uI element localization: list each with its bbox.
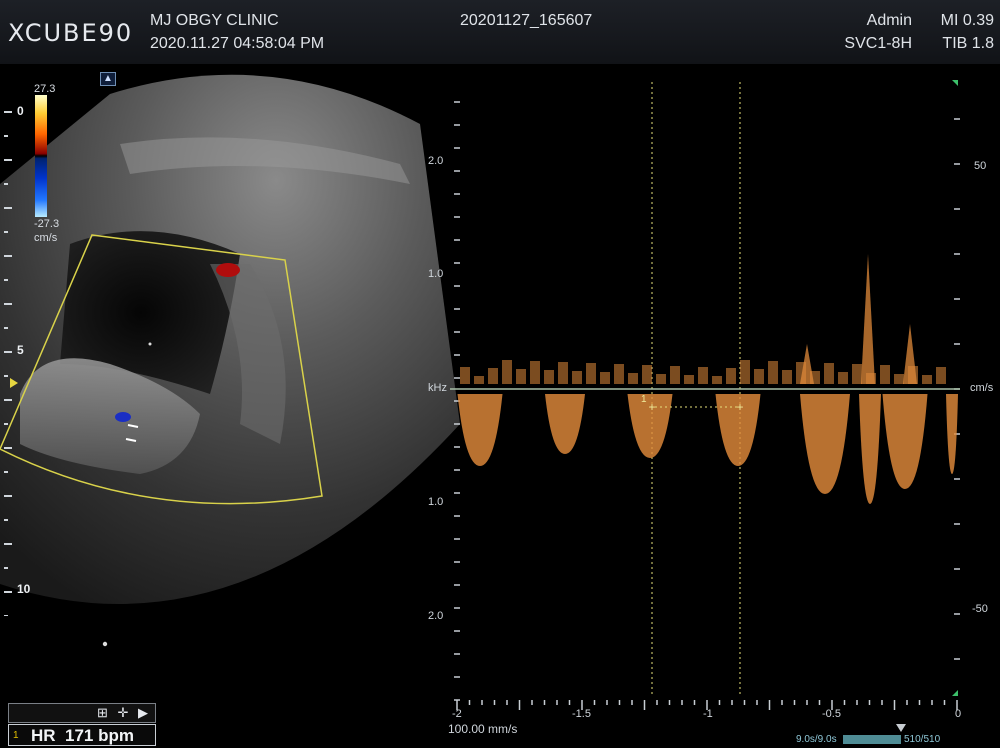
spectrum-burst-above [782,370,792,384]
spectrum-burst-above [922,375,932,384]
spectrum-burst-above [656,374,666,384]
spectrum-burst-above [502,360,512,384]
time-label-neg0-5: -0.5 [822,708,841,720]
spectrum-burst-above [698,367,708,384]
clinic-name: MJ OBGY CLINIC [150,12,279,29]
probe-orientation-marker: ▲ [100,72,116,86]
logo: XCUBE90 [8,19,134,47]
spectrum-burst-above [726,368,736,384]
spectrum-burst-above [712,376,722,384]
color-scale-bar [35,95,47,217]
bmode-image[interactable] [0,64,460,664]
time-label-0: 0 [955,708,962,720]
spectrum-burst-above [936,367,946,384]
spectrum-spike [861,254,875,384]
colorbar-min: -27.3 [34,218,60,230]
spectrum-burst-above [740,360,750,384]
probe-name: SVC1-8H [844,35,912,52]
spectrum-burst-above [530,361,540,384]
caliper-plus-2: + [736,400,743,414]
thermal-index: TIB 1.8 [942,35,994,52]
spectrum-burst-below [882,394,928,489]
heart-rate-result[interactable]: 1 HR 171 bpm [8,724,156,746]
spectrum-burst-above [824,363,834,384]
time-label-neg1-5: -1.5 [572,708,591,720]
time-label-neg2: -2 [452,708,462,720]
spectrum-burst-above [894,374,904,384]
spectrum-burst-above [544,370,554,384]
scroll-marker-top [952,80,958,86]
measurement-toolbar[interactable]: ⊞ ✛ ▶ [8,703,156,723]
spectrum-spike [903,324,917,384]
scroll-marker-bottom [952,690,958,696]
spectrum-burst-below [545,394,585,454]
cine-time: 9.0s/9.0s [796,734,837,745]
spectrum-burst-below [457,394,503,466]
cms-label-neg: -50 [972,603,988,615]
spectrum-burst-above [838,372,848,384]
depth-label-5: 5 [17,343,24,357]
mechanical-index: MI 0.39 [940,12,994,29]
spectrum-burst-below [859,394,881,504]
depth-label-10: 10 [17,582,31,596]
exam-datetime: 2020.11.27 04:58:04 PM [150,35,325,52]
measurement-tools-icons[interactable]: ⊞ ✛ ▶ [97,705,151,721]
spectrum-burst-above [460,367,470,384]
header-bar: XCUBE90 MJ OBGY CLINIC 2020.11.27 04:58:… [0,0,1000,64]
heart-rate-text: HR 171 bpm [31,726,134,746]
sweep-speed: 100.00 mm/s [448,722,518,736]
cine-progress-bar[interactable] [843,735,901,744]
spectrum-burst-above [754,369,764,384]
spectrum-burst-above [880,365,890,384]
spectrum-burst-above [474,376,484,384]
hr-unit: bpm [98,726,135,745]
spectrum-burst-above [558,362,568,384]
cms-unit: cm/s [970,382,994,394]
cine-position-marker[interactable] [896,724,906,732]
color-flow-blue [115,412,131,422]
spectrum-burst-below [946,394,958,474]
study-id: 20201127_165607 [460,12,593,29]
hr-value: 171 [65,726,94,745]
doppler-spectrum[interactable]: + + [440,64,980,724]
caliper-plus-1: + [648,400,655,414]
color-flow-red [216,263,240,277]
cine-frame-count: 510/510 [904,734,941,745]
measurement-index: 1 [13,730,19,741]
spectrum-burst-above [488,368,498,384]
spectrum-burst-above [614,364,624,384]
khz-label-top-2: 2.0 [428,155,444,167]
depth-scale [4,111,12,616]
spectrum-burst-above [670,366,680,384]
colorbar-max: 27.3 [34,83,56,95]
depth-label-0: 0 [17,104,24,118]
user-name: Admin [866,12,912,29]
caliper-index: 1 [641,394,647,405]
spectrum-waveform [457,254,958,504]
khz-label-bot-2: 2.0 [428,610,444,622]
spectrum-burst-below [800,394,850,494]
spectrum-burst-above [628,373,638,384]
focus-marker [10,378,18,388]
khz-label-bot-1: 1.0 [428,496,444,508]
time-label-neg1: -1 [703,708,713,720]
spectrum-burst-above [684,375,694,384]
colorbar-unit: cm/s [34,232,58,244]
spectrum-burst-above [768,361,778,384]
spectrum-burst-above [642,365,652,384]
spectrum-burst-above [852,364,862,384]
hr-label: HR [31,726,56,745]
cms-label-pos: 50 [974,160,987,172]
spectrum-burst-above [516,369,526,384]
spectrum-burst-above [572,371,582,384]
spectrum-burst-above [586,363,596,384]
khz-unit: kHz [428,382,447,394]
spectrum-burst-above [600,372,610,384]
khz-label-top-1: 1.0 [428,268,444,280]
